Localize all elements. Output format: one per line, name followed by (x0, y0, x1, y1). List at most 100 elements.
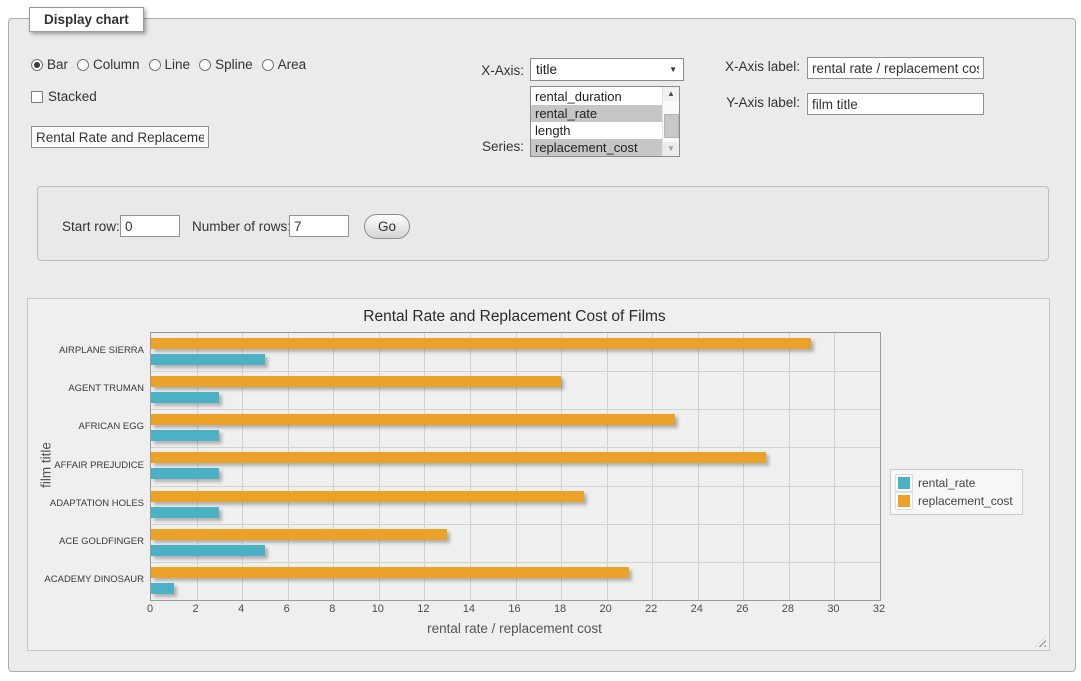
x-tick-label: 0 (135, 603, 165, 615)
gridline (607, 333, 608, 600)
radio-label: Area (278, 57, 307, 72)
legend-label: replacement_cost (918, 494, 1013, 508)
gridline (151, 524, 880, 525)
x-tick-label: 30 (818, 603, 848, 615)
chart-type-radio-bar[interactable]: Bar (31, 57, 68, 72)
series-list-label: Series: (389, 139, 524, 154)
bar-replacement_cost[interactable] (151, 452, 766, 463)
panel-title: Display chart (29, 7, 144, 32)
gridline (424, 333, 425, 600)
stacked-checkbox[interactable] (31, 91, 43, 103)
resize-handle-icon[interactable] (1035, 636, 1046, 647)
category-label: AFRICAN EGG (28, 421, 144, 432)
chart-type-radio-column[interactable]: Column (77, 57, 140, 72)
gridline (151, 371, 880, 372)
gridline (743, 333, 744, 600)
bar-rental_rate[interactable] (151, 392, 219, 403)
chart-type-radio-spline[interactable]: Spline (199, 57, 253, 72)
legend-swatch-icon (898, 495, 910, 507)
bar-replacement_cost[interactable] (151, 491, 584, 502)
bar-rental_rate[interactable] (151, 354, 265, 365)
chart-title-input[interactable] (31, 126, 209, 148)
scroll-down-icon[interactable]: ▼ (663, 142, 679, 156)
series-option-length[interactable]: length (531, 122, 662, 139)
bar-replacement_cost[interactable] (151, 529, 447, 540)
gridline (151, 562, 880, 563)
gridline (470, 333, 471, 600)
legend-swatch-icon (898, 477, 910, 489)
radio-icon[interactable] (31, 59, 43, 71)
x-axis-label-label: X-Axis label: (609, 59, 800, 74)
chart-type-radio-area[interactable]: Area (262, 57, 307, 72)
bar-rental_rate[interactable] (151, 468, 219, 479)
y-axis-label-label: Y-Axis label: (609, 95, 800, 110)
gridline (379, 333, 380, 600)
radio-icon[interactable] (77, 59, 89, 71)
number-of-rows-input[interactable] (289, 215, 349, 237)
gridline (151, 486, 880, 487)
x-tick-label: 16 (500, 603, 530, 615)
chart-type-radiogroup: Bar Column Line Spline Area (31, 57, 306, 72)
radio-icon[interactable] (262, 59, 274, 71)
x-axis-selected-value: title (536, 62, 557, 77)
bar-replacement_cost[interactable] (151, 567, 629, 578)
gridline (333, 333, 334, 600)
number-of-rows-label: Number of rows: (192, 219, 291, 234)
gridline (561, 333, 562, 600)
scrollbar-thumb[interactable] (664, 114, 679, 138)
gridline (151, 409, 880, 410)
bar-replacement_cost[interactable] (151, 414, 675, 425)
radio-label: Column (93, 57, 140, 72)
legend-item-rental_rate: rental_rate (895, 474, 1013, 492)
x-tick-label: 10 (363, 603, 393, 615)
x-tick-label: 24 (682, 603, 712, 615)
x-tick-label: 12 (408, 603, 438, 615)
x-axis-select-label: X-Axis: (389, 63, 524, 78)
gridline (242, 333, 243, 600)
x-tick-label: 18 (545, 603, 575, 615)
category-label: ACADEMY DINOSAUR (28, 574, 144, 585)
bar-rental_rate[interactable] (151, 507, 219, 518)
start-row-label: Start row: (62, 219, 120, 234)
start-row-input[interactable] (120, 215, 180, 237)
chart-panel: Rental Rate and Replacement Cost of Film… (27, 298, 1050, 651)
category-label: AFFAIR PREJUDICE (28, 460, 144, 471)
category-label: ADAPTATION HOLES (28, 498, 144, 509)
gridline (652, 333, 653, 600)
legend-item-replacement_cost: replacement_cost (895, 492, 1013, 510)
radio-label: Line (165, 57, 191, 72)
x-tick-label: 8 (317, 603, 347, 615)
bar-rental_rate[interactable] (151, 583, 174, 594)
x-tick-label: 14 (454, 603, 484, 615)
bar-replacement_cost[interactable] (151, 338, 811, 349)
series-option-replacement_cost[interactable]: replacement_cost (531, 139, 662, 156)
bar-replacement_cost[interactable] (151, 376, 561, 387)
x-tick-label: 20 (591, 603, 621, 615)
x-tick-label: 6 (272, 603, 302, 615)
radio-icon[interactable] (149, 59, 161, 71)
category-label: AIRPLANE SIERRA (28, 345, 144, 356)
rows-panel: Start row: Number of rows: Go (37, 186, 1049, 261)
go-button[interactable]: Go (364, 214, 410, 239)
chart-title: Rental Rate and Replacement Cost of Film… (150, 308, 879, 326)
chart-type-radio-line[interactable]: Line (149, 57, 191, 72)
stacked-checkbox-row[interactable]: Stacked (31, 89, 97, 104)
chart-legend: rental_rate replacement_cost (890, 469, 1023, 515)
radio-icon[interactable] (199, 59, 211, 71)
x-axis-title: rental rate / replacement cost (150, 621, 879, 636)
category-label: ACE GOLDFINGER (28, 536, 144, 547)
x-tick-label: 26 (727, 603, 757, 615)
gridline (197, 333, 198, 600)
y-axis-label-input[interactable] (807, 93, 984, 115)
legend-label: rental_rate (918, 476, 975, 490)
bar-rental_rate[interactable] (151, 545, 265, 556)
category-label: AGENT TRUMAN (28, 383, 144, 394)
x-axis-label-input[interactable] (807, 57, 984, 79)
plot-area (150, 332, 881, 601)
gridline (151, 447, 880, 448)
display-chart-fieldset: Display chart BarColumnLineSplineArea St… (8, 18, 1076, 672)
gridline (698, 333, 699, 600)
bar-rental_rate[interactable] (151, 430, 219, 441)
x-tick-label: 32 (864, 603, 894, 615)
radio-label: Spline (215, 57, 253, 72)
